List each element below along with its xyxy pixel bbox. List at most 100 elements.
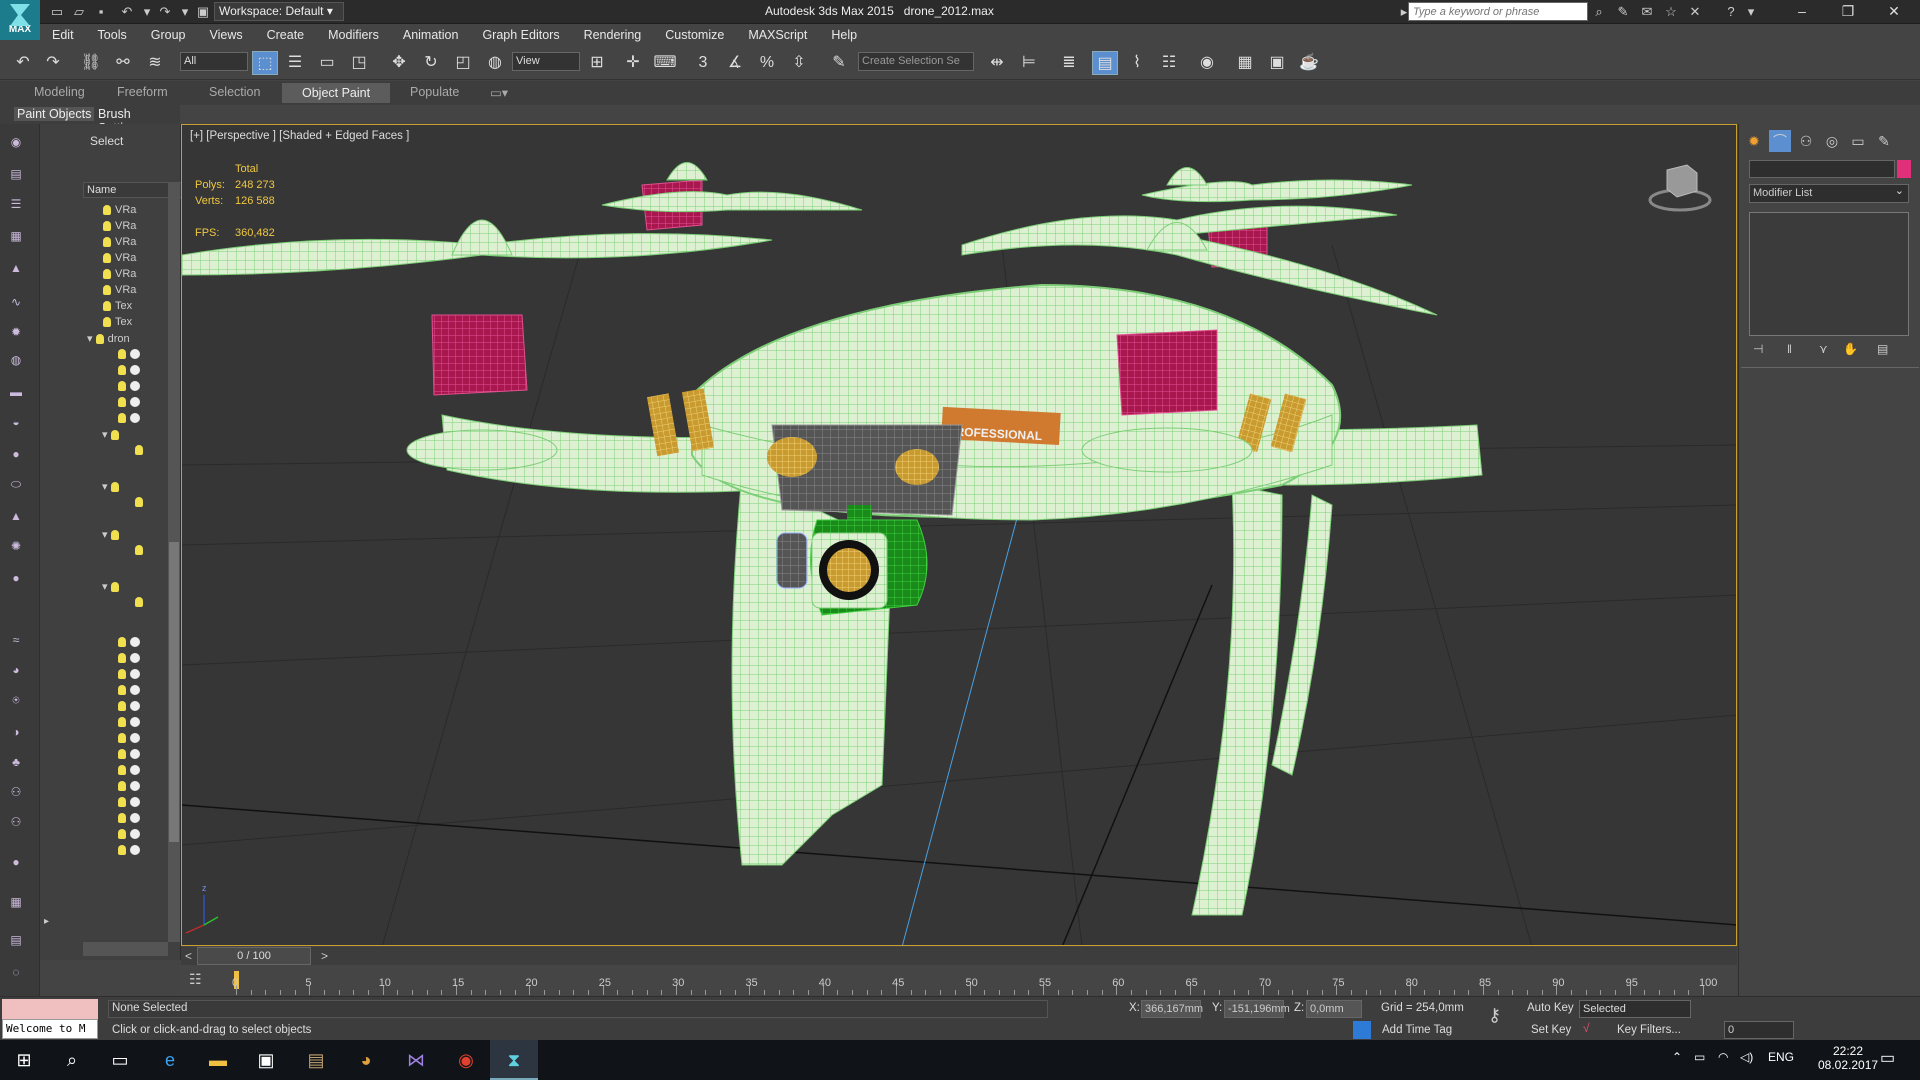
light-bulb-icon[interactable]	[103, 269, 111, 280]
light-bulb-icon[interactable]	[118, 685, 126, 696]
options-icon[interactable]: ▦	[8, 894, 24, 910]
angle-snap-icon[interactable]: ∡	[722, 51, 748, 75]
menu-animation[interactable]: Animation	[391, 24, 471, 46]
light-bulb-icon[interactable]	[118, 701, 126, 712]
window-crossing-icon[interactable]: ◳	[346, 51, 372, 75]
open-mini-curve-editor-icon[interactable]: ☷	[189, 971, 202, 988]
modify-tab-icon[interactable]: ⌒	[1769, 130, 1791, 152]
select-manipulate-icon[interactable]: ✛	[620, 51, 646, 75]
render-setup-icon[interactable]: ▦	[1232, 51, 1258, 75]
edit-named-selection-icon[interactable]: ✎	[826, 51, 852, 75]
list-item[interactable]	[135, 596, 147, 612]
list-item[interactable]: ▾ dron	[87, 332, 130, 348]
add-time-tag[interactable]: Add Time Tag	[1382, 1024, 1452, 1036]
make-unique-icon[interactable]: ⋎	[1819, 342, 1828, 356]
open-file-icon[interactable]: ▱	[70, 3, 88, 21]
list-item[interactable]: ▾	[102, 480, 123, 496]
chrome-icon[interactable]: ◉	[442, 1040, 490, 1080]
named-selection-dropdown[interactable]: Create Selection Se	[858, 52, 974, 71]
select-object-icon[interactable]: ⬚	[252, 51, 278, 75]
list-item[interactable]: VRa	[103, 204, 136, 220]
light-bulb-icon[interactable]	[110, 582, 119, 593]
menu-graph-editors[interactable]: Graph Editors	[470, 24, 571, 46]
display-tab-icon[interactable]: ▭	[1847, 130, 1869, 152]
list-item[interactable]: VRa	[103, 252, 136, 268]
list-item[interactable]: VRa	[103, 236, 136, 252]
add-time-tag-swatch[interactable]	[1353, 1021, 1371, 1039]
layer-manager-icon[interactable]: ≣	[1056, 51, 1082, 75]
clock[interactable]: 22:22 08.02.2017	[1818, 1044, 1878, 1072]
pivot-center-icon[interactable]: ⊞	[584, 51, 610, 75]
list-item[interactable]	[118, 652, 143, 668]
visual-studio-icon[interactable]: ⋈	[392, 1040, 440, 1080]
containers-filter-icon[interactable]: ✺	[8, 538, 24, 554]
search-input[interactable]	[1408, 2, 1588, 21]
undo-dropdown-icon[interactable]: ▾	[138, 3, 156, 21]
collapse-arrow-icon[interactable]: ▾	[102, 581, 111, 593]
light-bulb-icon[interactable]	[118, 765, 126, 776]
binoculars-icon[interactable]: ⌕	[1590, 3, 1608, 21]
project-folder-icon[interactable]: ▣	[194, 3, 212, 21]
cameras-filter-icon[interactable]: ◍	[8, 352, 24, 368]
light-bulb-icon[interactable]	[118, 381, 126, 392]
search-icon[interactable]: ⌕	[48, 1040, 96, 1080]
light-bulb-icon[interactable]	[118, 669, 126, 680]
percent-snap-icon[interactable]: %	[754, 51, 780, 75]
list-item[interactable]	[118, 780, 143, 796]
ribbon-options-icon[interactable]: ▭▾	[490, 85, 508, 100]
list-item[interactable]	[118, 684, 143, 700]
modifier-list-dropdown[interactable]: Modifier List	[1749, 183, 1909, 203]
menu-modifiers[interactable]: Modifiers	[316, 24, 391, 46]
frozen-filter-icon[interactable]: ≈	[8, 632, 24, 648]
list-item[interactable]	[118, 700, 143, 716]
action-center-icon[interactable]: ▭	[1880, 1048, 1895, 1068]
light-bulb-icon[interactable]	[103, 253, 111, 264]
selected-filter-icon[interactable]: ⍟	[8, 692, 24, 708]
modifier-stack[interactable]	[1749, 212, 1909, 336]
undo-icon[interactable]: ↶	[10, 51, 36, 75]
key-mode-dropdown[interactable]: Selected	[1579, 1000, 1691, 1018]
list-item[interactable]	[118, 364, 143, 380]
light-bulb-icon[interactable]	[103, 237, 111, 248]
select-rotate-icon[interactable]: ↻	[418, 51, 444, 75]
light-bulb-icon[interactable]	[135, 497, 143, 508]
light-bulb-icon[interactable]	[118, 349, 126, 360]
viewcube-icon[interactable]	[1666, 164, 1698, 198]
select-place-icon[interactable]: ◍	[482, 51, 508, 75]
dependencies-icon[interactable]: ⚇	[8, 784, 24, 800]
mirror-icon[interactable]: ⇹	[984, 51, 1010, 75]
list-item[interactable]: ▾	[102, 428, 123, 444]
schematic-view-icon[interactable]: ☷	[1156, 51, 1182, 75]
language-indicator[interactable]: ENG	[1768, 1050, 1794, 1064]
tab-freeform[interactable]: Freeform	[117, 85, 168, 99]
list-item[interactable]: Tex	[103, 316, 132, 332]
volume-icon[interactable]: ◁)	[1740, 1050, 1753, 1064]
list-item[interactable]	[118, 828, 143, 844]
render-production-icon[interactable]: ☕	[1296, 51, 1322, 75]
list-item[interactable]	[118, 396, 143, 412]
light-bulb-icon[interactable]	[110, 530, 119, 541]
list-item[interactable]	[118, 636, 143, 652]
time-slider-next-icon[interactable]: >	[321, 949, 328, 963]
collapse-arrow-icon[interactable]: ▾	[102, 429, 111, 441]
redo-icon[interactable]: ↷	[40, 51, 66, 75]
light-bulb-icon[interactable]	[118, 717, 126, 728]
bones-filter-icon[interactable]: ▲	[8, 508, 24, 524]
current-frame-spinner[interactable]: 0	[1724, 1021, 1794, 1039]
material-editor-icon[interactable]: ◉	[1194, 51, 1220, 75]
configure-modifier-sets-icon[interactable]: ▤	[1877, 342, 1888, 356]
select-move-icon[interactable]: ✥	[386, 51, 412, 75]
rendered-frame-window-icon[interactable]: ▣	[1264, 51, 1290, 75]
config-icon[interactable]: ◌	[8, 964, 24, 980]
list-item[interactable]	[118, 668, 143, 684]
list-item[interactable]	[135, 444, 147, 460]
list-item[interactable]	[118, 748, 143, 764]
list-icon[interactable]: ☰	[8, 196, 24, 212]
time-slider-prev-icon[interactable]: <	[185, 949, 192, 963]
hidden-filter-icon[interactable]: ◕	[8, 662, 24, 678]
perspective-viewport[interactable]: PROFESSIONAL z [+] [Perspective] [Shade…	[181, 124, 1737, 946]
communication-icon[interactable]: ✉	[1638, 3, 1656, 21]
menu-tools[interactable]: Tools	[86, 24, 139, 46]
find-icon[interactable]: ◑	[8, 724, 24, 740]
list-item[interactable]	[118, 764, 143, 780]
